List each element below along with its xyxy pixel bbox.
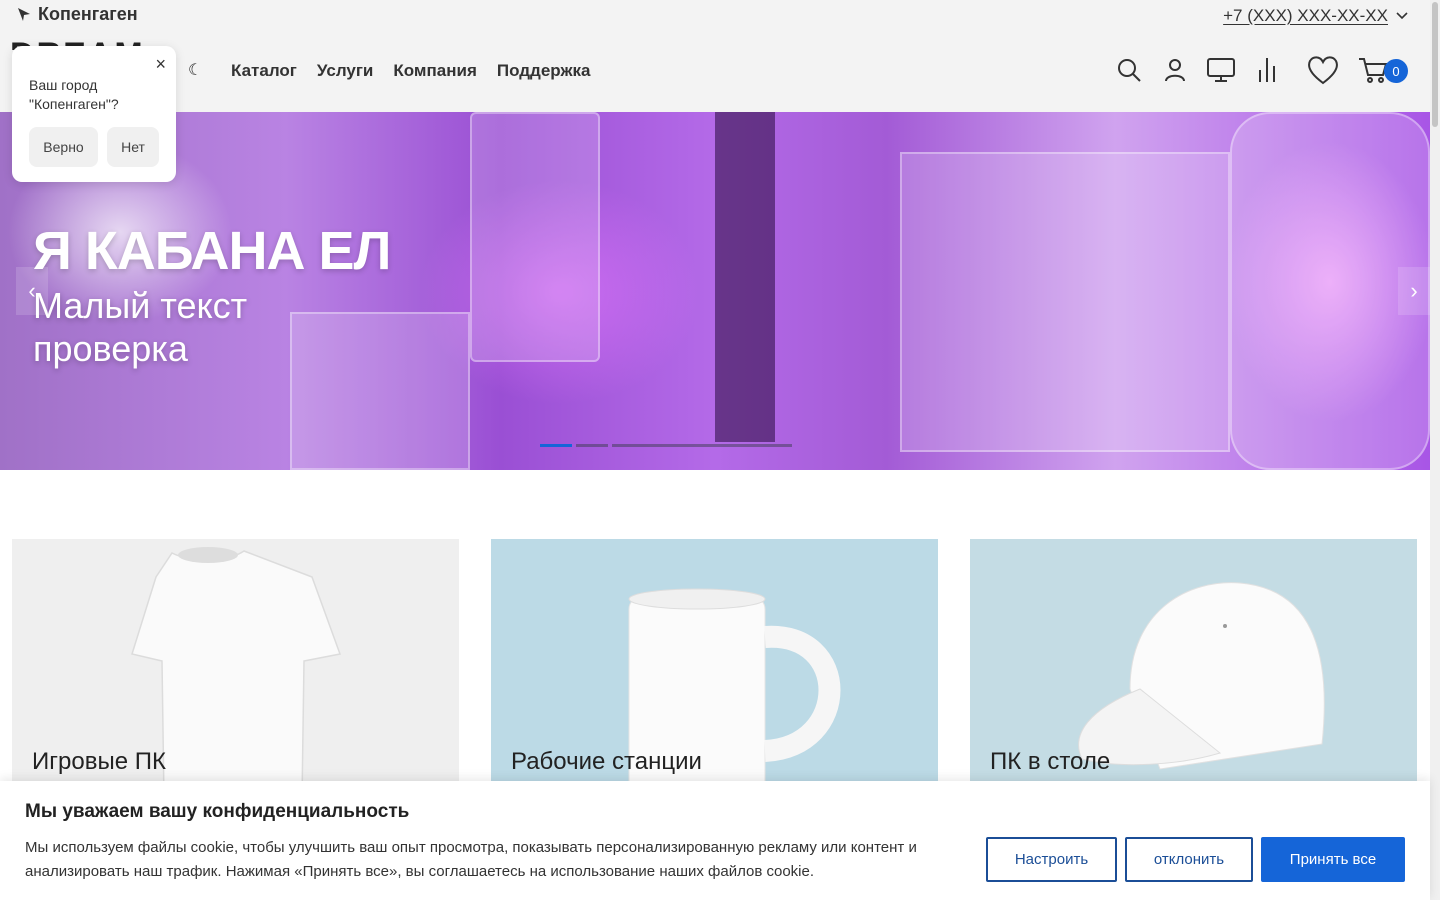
hero-title: Я КАБАНА ЕЛ <box>33 221 391 281</box>
header: Копенгаген +7 (XXX) XXX-XX-XX DREAM ☾ Ка… <box>0 0 1430 112</box>
cookie-title: Мы уважаем вашу конфиденциальность <box>25 801 410 822</box>
slider-dot[interactable] <box>612 444 792 447</box>
hero-subtitle-line: проверка <box>33 328 188 369</box>
chevron-down-icon <box>1396 12 1408 20</box>
header-actions: 0 <box>1100 52 1408 88</box>
phone-dropdown[interactable]: +7 (XXX) XXX-XX-XX <box>1223 6 1408 26</box>
cart-count-badge: 0 <box>1384 59 1408 83</box>
user-icon[interactable] <box>1158 52 1192 88</box>
main-nav: Каталог Услуги Компания Поддержка <box>231 61 590 81</box>
cookie-text: Мы используем файлы cookie, чтобы улучши… <box>25 839 917 880</box>
cart-button[interactable]: 0 <box>1356 52 1408 88</box>
search-icon[interactable] <box>1112 52 1146 88</box>
theme-toggle-moon-icon[interactable]: ☾ <box>188 60 202 80</box>
hero-subtitle-line: Малый текст <box>33 285 248 326</box>
confirm-city-button[interactable]: Верно <box>29 127 98 167</box>
nav-company[interactable]: Компания <box>393 61 476 81</box>
city-question: Ваш город "Копенгаген"? <box>29 77 119 112</box>
hero-image-part <box>715 112 775 442</box>
nav-support[interactable]: Поддержка <box>497 61 591 81</box>
hero-image-part <box>290 312 470 470</box>
cookie-decline-button[interactable]: отклонить <box>1125 837 1253 882</box>
slider-prev-button[interactable]: ‹ <box>16 267 48 315</box>
category-title: ПК в столе <box>990 748 1111 775</box>
scrollbar-thumb[interactable] <box>1432 2 1438 127</box>
cookie-accept-all-button[interactable]: Принять все <box>1261 837 1405 882</box>
location-arrow-icon <box>18 7 30 21</box>
category-cards: Игровые ПК Рабочие станции ПК в столе <box>12 539 1417 799</box>
hero-subtitle: Малый текст проверка <box>33 284 247 370</box>
category-card-gaming-pc[interactable]: Игровые ПК <box>12 539 459 799</box>
category-card-workstations[interactable]: Рабочие станции <box>491 539 938 799</box>
slider-next-button[interactable]: › <box>1398 267 1430 315</box>
slider-dot[interactable] <box>576 444 608 447</box>
cookie-settings-button[interactable]: Настроить <box>986 837 1117 882</box>
city-name: Копенгаген <box>38 4 138 24</box>
slider-pagination <box>540 444 792 447</box>
compare-icon[interactable] <box>1250 52 1284 88</box>
category-card-pc-in-desk[interactable]: ПК в столе <box>970 539 1417 799</box>
hero-slider[interactable]: Я КАБАНА ЕЛ Малый текст проверка ‹ › <box>0 112 1430 470</box>
nav-services[interactable]: Услуги <box>317 61 374 81</box>
close-icon[interactable]: × <box>155 54 166 75</box>
category-title: Игровые ПК <box>32 748 166 775</box>
phone-number[interactable]: +7 (XXX) XXX-XX-XX <box>1223 6 1388 26</box>
hero-image-part <box>470 112 600 362</box>
city-confirm-popup: × Ваш город "Копенгаген"? Верно Нет <box>12 46 176 182</box>
reject-city-button[interactable]: Нет <box>107 127 159 167</box>
city-selector[interactable]: Копенгаген <box>16 4 138 25</box>
nav-catalog[interactable]: Каталог <box>231 61 297 81</box>
cookie-banner: Мы уважаем вашу конфиденциальность Мы ис… <box>0 781 1430 900</box>
page-scrollbar[interactable] <box>1430 0 1440 900</box>
category-title: Рабочие станции <box>511 748 702 775</box>
slider-dot[interactable] <box>540 444 572 447</box>
heart-icon[interactable] <box>1306 52 1340 88</box>
hero-image-part <box>900 152 1230 452</box>
monitor-icon[interactable] <box>1204 52 1238 88</box>
